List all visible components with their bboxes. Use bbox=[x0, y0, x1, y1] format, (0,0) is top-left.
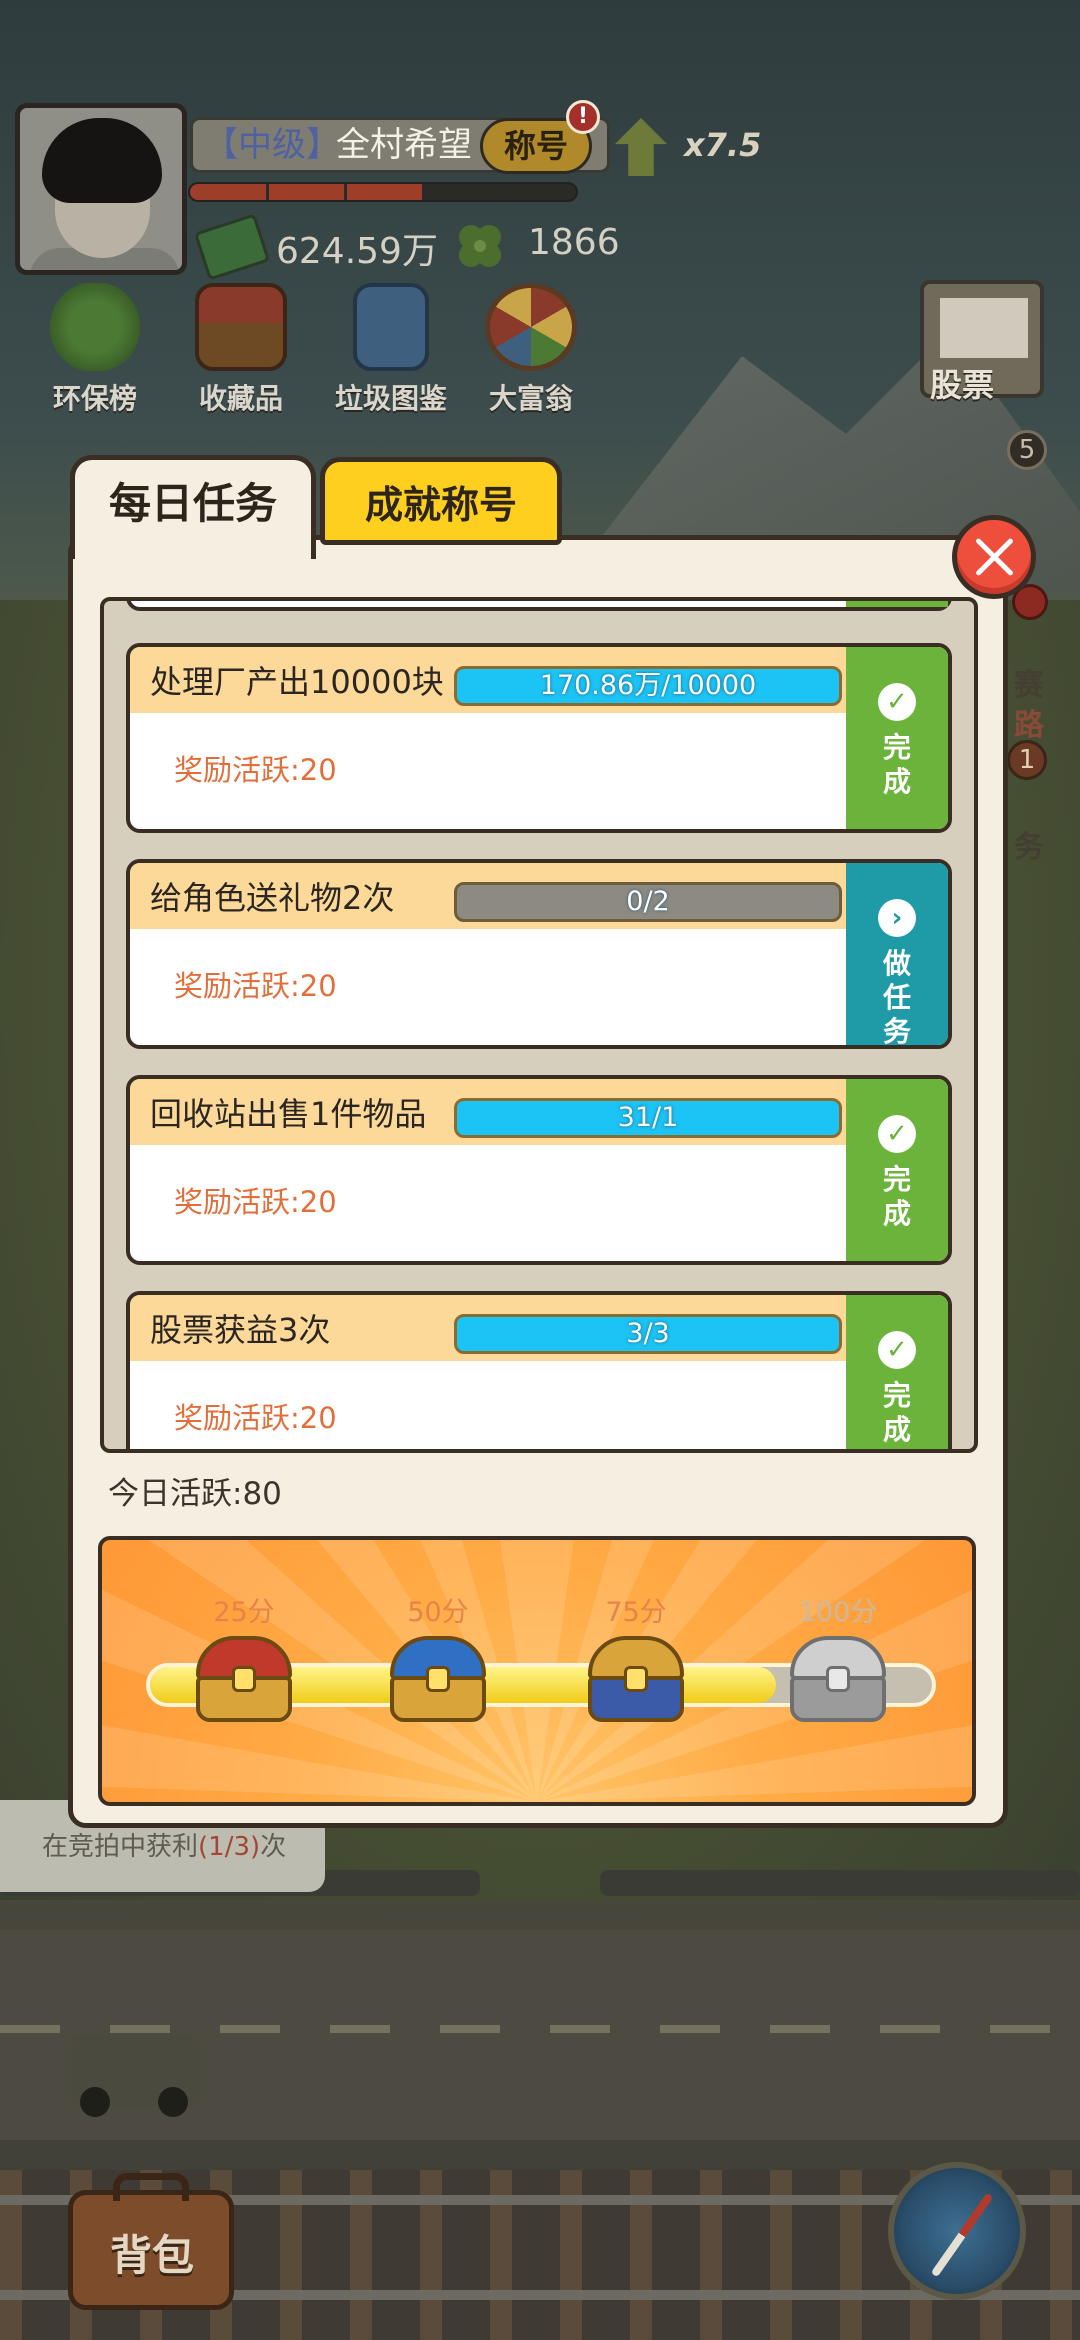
task-progress-bar: 3/3 bbox=[454, 1314, 842, 1354]
task-progress-text: 0/2 bbox=[626, 886, 670, 917]
multiplier-arrow-icon bbox=[614, 118, 668, 176]
menu-label: 收藏品 bbox=[198, 382, 283, 415]
clover-trophy-icon bbox=[49, 283, 141, 371]
task-reward: 奖励活跃:20 bbox=[174, 1185, 337, 1219]
task-progress-bar: 170.86万/10000 bbox=[454, 666, 842, 706]
milestone-label: 100分 bbox=[798, 1597, 878, 1628]
menu-label: 大富翁 bbox=[488, 382, 573, 415]
task-complete-button[interactable]: ✓ 完成 bbox=[846, 647, 948, 829]
task-card: 处理厂产出10000块 170.86万/10000 奖励活跃:20 ✓ 完成 bbox=[126, 643, 952, 833]
experience-bar bbox=[188, 182, 578, 202]
side-text: 路 bbox=[1014, 708, 1044, 743]
task-complete-button[interactable]: ✓ 完成 bbox=[846, 1295, 948, 1449]
status-strip bbox=[846, 601, 948, 607]
background-fence bbox=[600, 1870, 1080, 1896]
tab-join bbox=[75, 530, 311, 546]
menu-collection[interactable]: 收藏品 bbox=[176, 283, 306, 417]
notebook-icon bbox=[353, 283, 429, 371]
milestone-label: 50分 bbox=[407, 1597, 469, 1628]
action-label: 做任务 bbox=[882, 947, 911, 1048]
task-progress-text: 170.86万/10000 bbox=[539, 670, 757, 701]
check-icon: ✓ bbox=[878, 1115, 916, 1153]
reward-chest-icon[interactable] bbox=[190, 1632, 298, 1728]
truck-icon bbox=[70, 2035, 198, 2117]
task-reward: 奖励活跃:20 bbox=[174, 753, 337, 787]
side-text: 赛 bbox=[1014, 668, 1044, 703]
close-button[interactable] bbox=[952, 515, 1036, 599]
menu-eco-ranking[interactable]: 环保榜 bbox=[30, 283, 160, 417]
auction-tip-text: 在竞拍中获利(1/3)次 bbox=[42, 1832, 287, 1862]
roulette-icon bbox=[485, 283, 577, 371]
stock-chart-icon bbox=[940, 298, 1028, 358]
player-title: 全村希望 bbox=[336, 125, 472, 165]
chest-lock bbox=[232, 1666, 256, 1692]
task-card-partial bbox=[126, 601, 952, 611]
xp-divider bbox=[344, 184, 347, 200]
reward-chest-icon[interactable] bbox=[384, 1632, 492, 1728]
cash-amount: 624.59万 bbox=[276, 231, 438, 272]
truck-wheel bbox=[80, 2087, 110, 2117]
player-avatar[interactable] bbox=[15, 103, 187, 275]
stock-label: 股票 bbox=[930, 366, 995, 404]
chest-lock bbox=[426, 1666, 450, 1692]
tab-label: 每日任务 bbox=[108, 479, 277, 528]
backpack-label: 背包 bbox=[110, 2231, 195, 2280]
arrow-right-icon: › bbox=[878, 899, 916, 937]
task-list[interactable]: 处理厂产出10000块 170.86万/10000 奖励活跃:20 ✓ 完成 给… bbox=[100, 597, 978, 1453]
action-label: 完成 bbox=[882, 731, 911, 798]
check-icon: ✓ bbox=[878, 683, 916, 721]
task-reward: 奖励活跃:20 bbox=[174, 1401, 337, 1435]
check-icon: ✓ bbox=[878, 1331, 916, 1369]
task-title: 回收站出售1件物品 bbox=[150, 1095, 427, 1133]
xp-divider bbox=[266, 184, 269, 200]
reward-chest-icon[interactable] bbox=[582, 1632, 690, 1728]
action-label: 完成 bbox=[882, 1163, 911, 1230]
treasure-chest-icon bbox=[195, 283, 287, 371]
task-complete-button[interactable]: ✓ 完成 bbox=[846, 1079, 948, 1261]
task-count-badge: 1 bbox=[1007, 740, 1047, 780]
compass-icon[interactable] bbox=[888, 2162, 1026, 2300]
task-progress-text: 3/3 bbox=[626, 1318, 670, 1349]
clover-icon bbox=[459, 225, 501, 267]
title-alert-badge: ! bbox=[566, 100, 600, 134]
clover-count: 1866 bbox=[528, 222, 620, 263]
task-reward: 奖励活跃:20 bbox=[174, 969, 337, 1003]
menu-label: 环保榜 bbox=[52, 382, 137, 415]
task-card: 回收站出售1件物品 31/1 奖励活跃:20 ✓ 完成 bbox=[126, 1075, 952, 1265]
milestone-label: 75分 bbox=[605, 1597, 667, 1628]
task-progress-bar: 0/2 bbox=[454, 882, 842, 922]
experience-fill bbox=[190, 184, 422, 200]
do-task-button[interactable]: › 做任务 bbox=[846, 863, 948, 1045]
tab-label: 成就称号 bbox=[364, 483, 517, 527]
task-card: 股票获益3次 3/3 奖励活跃:20 ✓ 完成 bbox=[126, 1291, 952, 1449]
avatar-hair bbox=[42, 118, 162, 203]
task-title: 股票获益3次 bbox=[150, 1311, 331, 1349]
truck-wheel bbox=[158, 2087, 188, 2117]
player-rank: 【中级】 bbox=[204, 125, 340, 165]
side-count-badge: 5 bbox=[1007, 430, 1047, 470]
reward-chest-icon[interactable] bbox=[784, 1632, 892, 1728]
task-progress-bar: 31/1 bbox=[454, 1098, 842, 1138]
xp-divider bbox=[422, 184, 425, 200]
road-line bbox=[0, 2025, 1080, 2033]
milestone-label: 25分 bbox=[213, 1597, 275, 1628]
cash-icon bbox=[193, 213, 271, 281]
multiplier-value: x7.5 bbox=[684, 126, 762, 164]
xp-divider bbox=[500, 184, 503, 200]
menu-garbage-atlas[interactable]: 垃圾图鉴 bbox=[326, 283, 456, 417]
task-card: 给角色送礼物2次 0/2 奖励活跃:20 › 做任务 bbox=[126, 859, 952, 1049]
task-title: 给角色送礼物2次 bbox=[150, 879, 395, 917]
side-text: 务 bbox=[1014, 830, 1044, 865]
chest-lock bbox=[826, 1666, 850, 1692]
menu-monopoly[interactable]: 大富翁 bbox=[466, 283, 596, 417]
compass-needle bbox=[930, 2192, 994, 2278]
task-title: 处理厂产出10000块 bbox=[150, 663, 444, 701]
chest-lock bbox=[624, 1666, 648, 1692]
task-progress-text: 31/1 bbox=[617, 1102, 679, 1133]
bag-handle bbox=[113, 2173, 189, 2201]
today-activity: 今日活跃:80 bbox=[108, 1476, 282, 1512]
action-label: 完成 bbox=[882, 1379, 911, 1446]
menu-label: 垃圾图鉴 bbox=[334, 382, 447, 415]
